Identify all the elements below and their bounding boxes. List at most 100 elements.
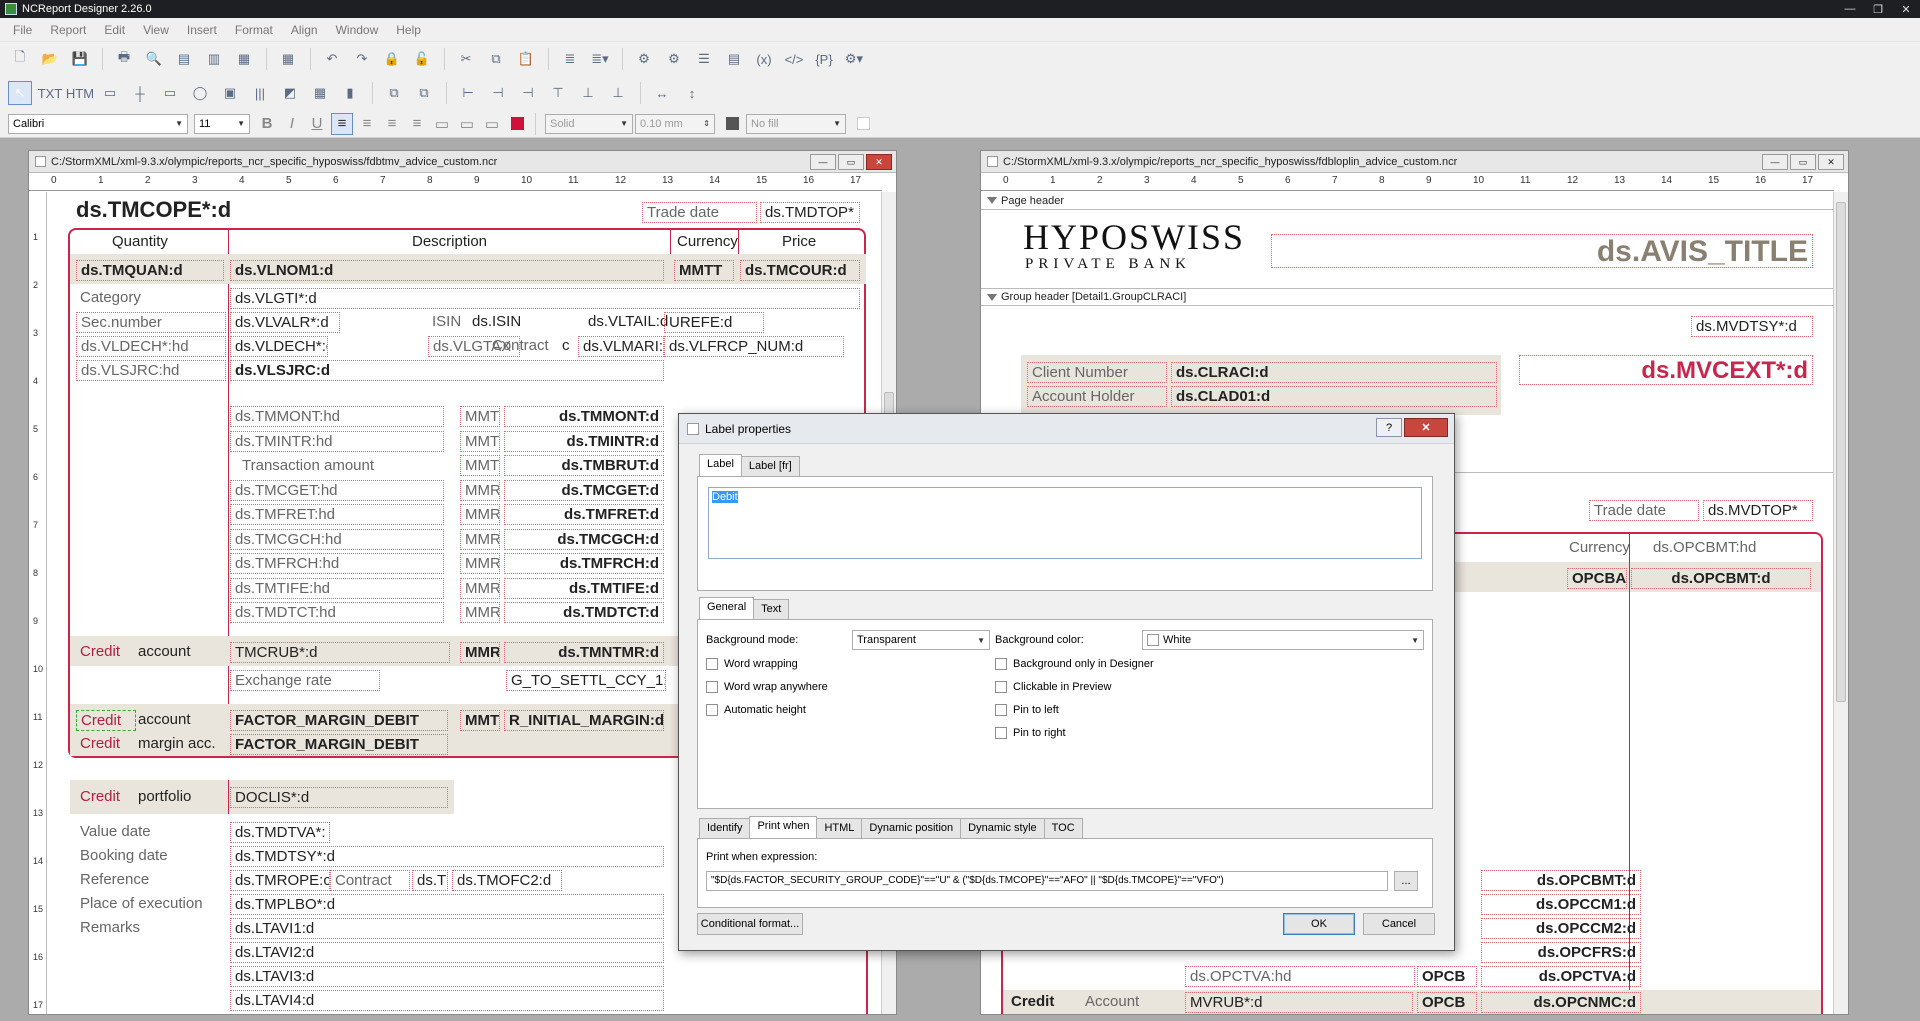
label-debit-selected[interactable]: Credit [76, 710, 136, 731]
parameter-icon[interactable]: {P} [812, 47, 836, 71]
same-width-icon[interactable]: ↔ [650, 81, 674, 105]
label-account-r[interactable]: Account [1081, 992, 1171, 1011]
field-factor-margin-2[interactable]: FACTOR_MARGIN_DEBIT [230, 734, 448, 755]
label-credit-3[interactable]: Credit [76, 787, 136, 806]
minimize-icon[interactable]: — [1762, 154, 1788, 170]
italic-icon[interactable]: I [281, 113, 303, 135]
lock-icon[interactable]: 🔒 [380, 47, 404, 71]
checkbox-automatic-height[interactable]: Automatic height [706, 704, 806, 716]
line-width-spin[interactable]: 0.10 mm ⇕ [635, 113, 715, 134]
menu-window[interactable]: Window [327, 23, 388, 37]
amount-currency[interactable]: MMRE [460, 479, 500, 501]
tab-dynamic-position[interactable]: Dynamic position [861, 818, 962, 838]
label-account[interactable]: account [134, 642, 214, 661]
header-description[interactable]: Description [408, 232, 528, 251]
field-tmquan[interactable]: ds.TMQUAN:d [76, 260, 224, 281]
label-reference[interactable]: Reference [76, 870, 226, 889]
label-trade-date[interactable]: Trade date [1589, 500, 1699, 521]
tab-toc[interactable]: TOC [1043, 818, 1083, 838]
field-tmntmr[interactable]: ds.TMNTMR:d [504, 642, 664, 663]
maximize-icon[interactable]: ▭ [1790, 154, 1816, 170]
field-ltavi4[interactable]: ds.LTAVI4:d [230, 990, 664, 1011]
header-opcbmt[interactable]: ds.OPCBMT:hd [1649, 538, 1799, 557]
menu-report[interactable]: Report [41, 23, 95, 37]
amount-currency[interactable]: MMRE [460, 602, 500, 623]
menu-align[interactable]: Align [282, 23, 327, 37]
variable-icon[interactable]: (x) [752, 47, 776, 71]
amount-label[interactable]: ds.TMCGET:hd [230, 479, 444, 501]
opc-value[interactable]: ds.OPCCM1:d [1481, 894, 1641, 915]
field-vldech[interactable]: ds.VLDECH*:d [230, 336, 328, 357]
font-size-combo[interactable]: 11 ▼ [194, 113, 250, 134]
new-file-icon[interactable]: 🗋 [8, 47, 32, 71]
redo-icon[interactable]: ↷ [350, 47, 374, 71]
field-opcncm[interactable]: ds.OPCNMC:d [1481, 992, 1641, 1013]
settings-dropdown-icon[interactable]: ⚙▾ [842, 47, 866, 71]
tab-text[interactable]: Text [753, 599, 790, 619]
header-currency[interactable]: Currency [673, 232, 739, 251]
align-middle-icon[interactable]: ⊥ [576, 81, 600, 105]
select-arrow-icon[interactable]: ↖ [8, 81, 32, 105]
fill-color-icon[interactable] [852, 113, 874, 135]
label-vldech-hd[interactable]: ds.VLDECH*:hd [76, 336, 226, 357]
menu-view[interactable]: View [134, 23, 178, 37]
amount-value[interactable]: ds.TMDTCT:d [504, 602, 664, 623]
label-account-2[interactable]: account [134, 710, 214, 729]
opc-value[interactable]: ds.OPCBMT:d [1481, 870, 1641, 891]
align-text-center-icon[interactable]: ≡ [356, 113, 378, 135]
label-contract-2[interactable]: Contract [330, 870, 410, 891]
label-remarks[interactable]: Remarks [76, 918, 226, 937]
header-quantity[interactable]: Quantity [108, 232, 188, 251]
header-currency-r[interactable]: Currency [1565, 538, 1645, 557]
label-client-number[interactable]: Client Number [1027, 362, 1167, 383]
field-dst[interactable]: ds.T [412, 870, 448, 891]
script-icon[interactable]: </> [782, 47, 806, 71]
label-contract[interactable]: Contract [488, 336, 558, 355]
minimize-icon[interactable]: — [810, 154, 836, 170]
valign-bottom-icon[interactable]: ▭ [481, 113, 503, 135]
align-top-icon[interactable]: ⊤ [546, 81, 570, 105]
label-credit[interactable]: Credit [76, 642, 136, 661]
bg-color-select[interactable]: White ▼ [1142, 630, 1424, 650]
amount-label[interactable]: ds.TMFRET:hd [230, 504, 444, 525]
cancel-button[interactable]: Cancel [1363, 913, 1435, 935]
amount-currency[interactable]: MMRE [460, 504, 500, 525]
field-vlmari[interactable]: ds.VLMARI:d [578, 336, 664, 357]
conditional-format-button[interactable]: Conditional format... [697, 913, 803, 935]
amount-currency[interactable]: MMT [460, 430, 500, 452]
query-icon[interactable]: ⚙ [662, 47, 686, 71]
layers-dropdown-icon[interactable]: ≣▾ [588, 47, 612, 71]
valign-middle-icon[interactable]: ▭ [456, 113, 478, 135]
checkbox-pin-left[interactable]: Pin to left [995, 704, 1059, 716]
tab-print-when[interactable]: Print when [749, 816, 818, 838]
underline-icon[interactable]: U [306, 113, 328, 135]
opc-value[interactable]: ds.OPCFRS:d [1481, 942, 1641, 963]
menu-file[interactable]: File [4, 23, 41, 37]
unlock-icon[interactable]: 🔓 [410, 47, 434, 71]
field-mmtt[interactable]: MMTT [674, 260, 734, 281]
checkbox-word-wrapping[interactable]: Word wrapping [706, 658, 798, 670]
html-icon[interactable]: HTM [66, 81, 94, 105]
label-portfolio[interactable]: portfolio [134, 787, 224, 806]
field-opcb[interactable]: OPCB [1417, 966, 1477, 987]
rectangle-icon[interactable]: ▭ [158, 81, 182, 105]
align-left-icon[interactable]: ⊢ [456, 81, 480, 105]
fill-combo[interactable]: No fill ▼ [746, 113, 846, 134]
scrollbar-thumb[interactable] [1836, 202, 1846, 702]
field-isin[interactable]: ds.ISIN [468, 312, 538, 331]
label-opctva-hd[interactable]: ds.OPCTVA:hd [1185, 966, 1415, 987]
crosstab-icon[interactable]: ▦ [308, 81, 332, 105]
tab-identify[interactable]: Identify [699, 818, 751, 838]
field-mmt[interactable]: MMT [460, 710, 500, 731]
tab-label-fr[interactable]: Label [fr] [740, 456, 800, 476]
export-icon[interactable]: ▥ [202, 47, 226, 71]
undo-icon[interactable]: ↶ [320, 47, 344, 71]
amount-currency[interactable]: MMT [460, 455, 500, 476]
bold-icon[interactable]: B [256, 113, 278, 135]
align-text-left-icon[interactable]: ≡ [331, 112, 353, 135]
field-settl[interactable]: G_TO_SETTL_CCY_1:d [506, 670, 666, 691]
amount-value[interactable]: ds.TMMONT:d [504, 406, 664, 427]
amount-value[interactable]: ds.TMTIFE:d [504, 577, 664, 599]
sections-icon[interactable]: ☰ [692, 47, 716, 71]
label-margin-acc[interactable]: margin acc. [134, 734, 234, 753]
